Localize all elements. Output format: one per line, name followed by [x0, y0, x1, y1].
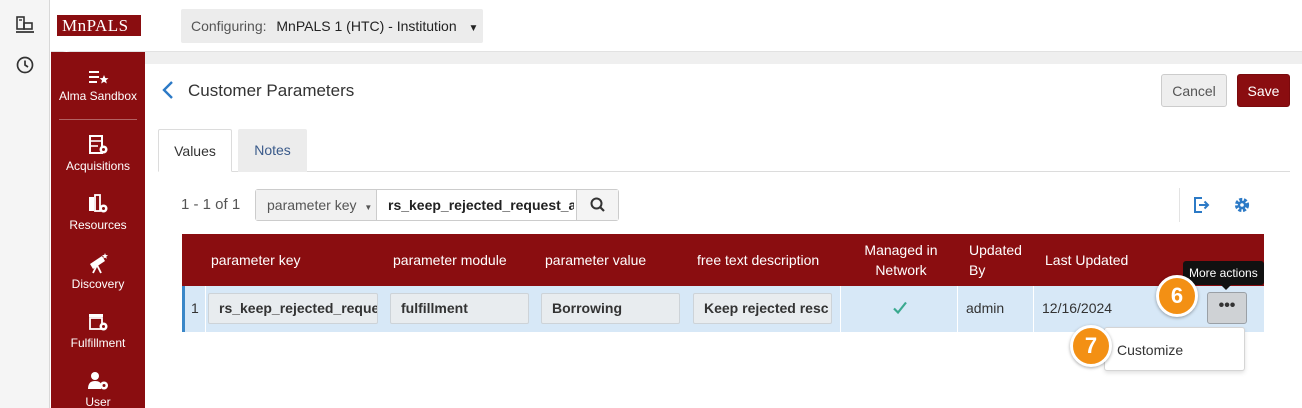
page-title: Customer Parameters [188, 81, 355, 100]
last-updated-value: 12/16/2024 [1042, 300, 1113, 316]
cancel-button[interactable]: Cancel [1161, 74, 1227, 107]
more-actions-button[interactable]: ••• [1207, 292, 1247, 324]
history-clock-icon[interactable] [14, 54, 36, 76]
parameter-key-field[interactable]: rs_keep_rejected_reque [208, 293, 378, 324]
more-actions-tooltip: More actions [1183, 261, 1264, 290]
left-rail [0, 0, 50, 408]
back-chevron-icon[interactable] [161, 80, 175, 100]
nav-item-resources[interactable]: Resources [51, 193, 145, 251]
header-line: Network [875, 262, 927, 278]
nav-divider [59, 119, 137, 120]
menu-item-customize[interactable]: Customize [1117, 328, 1244, 372]
cell-divider [205, 286, 206, 332]
search-input[interactable] [378, 190, 574, 220]
save-button[interactable]: Save [1237, 74, 1290, 107]
list-star-icon [89, 71, 109, 84]
cell-divider [1033, 286, 1034, 332]
tab-notes[interactable]: Notes [238, 129, 307, 172]
nav-item-user[interactable]: User [51, 370, 145, 408]
institution-logo[interactable]: MnPALS 1 [57, 15, 141, 56]
acquisitions-icon [89, 135, 108, 154]
nav-item-acquisitions[interactable]: Acquisitions [51, 134, 145, 192]
search-bar: parameter key ▼ [255, 189, 619, 221]
nav-label: Alma Sandbox [58, 89, 138, 103]
row-number: 1 [191, 300, 199, 316]
configuring-selector[interactable]: Configuring: MnPALS 1 (HTC) - Institutio… [181, 9, 483, 43]
configuring-value: MnPALS 1 (HTC) - Institution [276, 18, 457, 34]
caret-down-icon: ▼ [364, 203, 373, 212]
col-parameter-value[interactable]: parameter value [545, 234, 646, 286]
nav-label: Resources [69, 218, 127, 232]
parameter-value-field[interactable]: Borrowing [541, 293, 680, 324]
header-line: Managed in [864, 242, 938, 258]
nav-label: User [85, 395, 111, 408]
caret-down-icon: ▼ [468, 23, 479, 34]
toolbar-divider [1179, 188, 1180, 222]
callout-step-6: 6 [1156, 275, 1198, 317]
description-field[interactable]: Keep rejected resc [693, 293, 832, 324]
updated-by-value: admin [966, 300, 1005, 316]
row-actions-menu: Customize [1104, 327, 1245, 371]
resources-icon [89, 194, 108, 213]
col-updated-by[interactable]: Updated By [969, 234, 1022, 286]
col-parameter-module[interactable]: parameter module [393, 234, 507, 286]
table-row[interactable]: 1 rs_keep_rejected_reque fulfillment Bor… [182, 286, 1264, 332]
search-key-dropdown[interactable]: parameter key ▼ [256, 190, 377, 220]
header-divider-strip [145, 52, 1302, 64]
tab-values[interactable]: Values [158, 129, 232, 172]
cell-divider [840, 286, 841, 332]
cell-divider [957, 286, 958, 332]
export-icon[interactable] [1191, 195, 1211, 215]
results-count: 1 - 1 of 1 [181, 196, 241, 213]
library-icon[interactable] [14, 14, 36, 36]
main-content: Customer Parameters Cancel Save Values N… [145, 64, 1302, 408]
col-last-updated[interactable]: Last Updated [1045, 234, 1128, 286]
col-description[interactable]: free text description [697, 234, 819, 286]
header-line: By [969, 262, 986, 278]
gear-icon[interactable] [1232, 195, 1252, 215]
col-parameter-key[interactable]: parameter key [211, 234, 300, 286]
nav-item-fulfillment[interactable]: Fulfillment [51, 311, 145, 369]
tabs-baseline [158, 171, 1290, 172]
search-icon [590, 197, 605, 212]
check-icon [893, 301, 907, 315]
parameter-module-field[interactable]: fulfillment [390, 293, 529, 324]
telescope-icon [90, 253, 108, 274]
top-bar: MnPALS 1 Configuring: MnPALS 1 (HTC) - I… [51, 0, 1302, 56]
nav-item-discovery[interactable]: Discovery [51, 252, 145, 310]
nav-item-alma-sandbox[interactable]: Alma Sandbox [51, 68, 145, 126]
col-managed-in-network[interactable]: Managed in Network [856, 234, 946, 286]
header-line: Updated [969, 242, 1022, 258]
callout-step-7: 7 [1070, 325, 1112, 367]
search-key-label: parameter key [267, 197, 357, 213]
fulfillment-icon [89, 314, 108, 331]
nav-label: Fulfillment [70, 336, 126, 350]
main-nav: Alma Sandbox Acquisitions Resources Disc… [51, 52, 145, 408]
search-button[interactable] [576, 190, 618, 220]
nav-label: Acquisitions [65, 159, 131, 173]
configuring-label: Configuring: [191, 18, 267, 34]
table-header: parameter key parameter module parameter… [182, 234, 1264, 286]
user-gear-icon [88, 372, 108, 390]
nav-label: Discovery [71, 277, 125, 291]
